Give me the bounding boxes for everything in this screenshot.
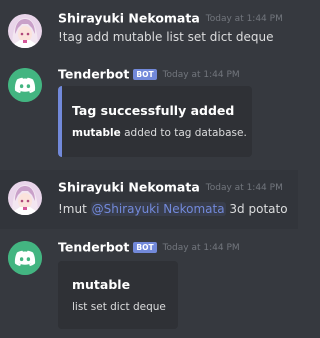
embed-title: mutable (72, 277, 131, 292)
embed: Tag successfully added mutable added to … (58, 86, 252, 157)
bot-tag: BOT (133, 69, 157, 80)
discord-logo-icon (8, 241, 42, 275)
message-suffix: 3d potato (225, 202, 288, 216)
message-text: !mut @Shirayuki Nekomata 3d potato (58, 201, 288, 217)
embed-description: mutable added to tag database. (72, 127, 247, 139)
command-text: !mut (58, 202, 91, 216)
username[interactable]: Shirayuki Nekomata (58, 11, 200, 26)
message-text: !tag add mutable list set dict deque (58, 30, 274, 44)
discord-logo-icon (8, 68, 42, 102)
embed-description: list set dict deque (72, 301, 166, 313)
username[interactable]: Tenderbot (58, 67, 129, 82)
message-group: Tenderbot BOT Today at 1:44 PM mutable lis… (0, 229, 298, 338)
tag-name: mutable (72, 127, 121, 139)
message-group: Tenderbot BOT Today at 1:44 PM Tag success… (0, 56, 298, 170)
timestamp: Today at 1:44 PM (205, 13, 283, 24)
timestamp: Today at 1:44 PM (162, 69, 240, 80)
bot-tag: BOT (133, 242, 157, 253)
embed-title: Tag successfully added (72, 103, 235, 118)
user-avatar[interactable] (8, 14, 42, 48)
anime-girl-avatar-icon (8, 14, 42, 48)
username[interactable]: Shirayuki Nekomata (58, 180, 200, 195)
user-avatar[interactable] (8, 181, 42, 215)
username[interactable]: Tenderbot (58, 240, 129, 255)
bot-avatar[interactable] (8, 241, 42, 275)
bot-avatar[interactable] (8, 68, 42, 102)
message-group: Shirayuki Nekomata Today at 1:44 PM !tag … (0, 0, 298, 56)
embed-color-bar (58, 86, 62, 157)
user-mention[interactable]: @Shirayuki Nekomata (90, 202, 226, 216)
timestamp: Today at 1:44 PM (205, 182, 283, 193)
embed-description-text: added to tag database. (120, 127, 247, 139)
embed-color-bar (58, 261, 62, 329)
embed: mutable list set dict deque (58, 261, 178, 329)
timestamp: Today at 1:44 PM (162, 242, 240, 253)
message-group: Shirayuki Nekomata Today at 1:44 PM !mut … (0, 170, 298, 229)
anime-girl-avatar-icon (8, 181, 42, 215)
